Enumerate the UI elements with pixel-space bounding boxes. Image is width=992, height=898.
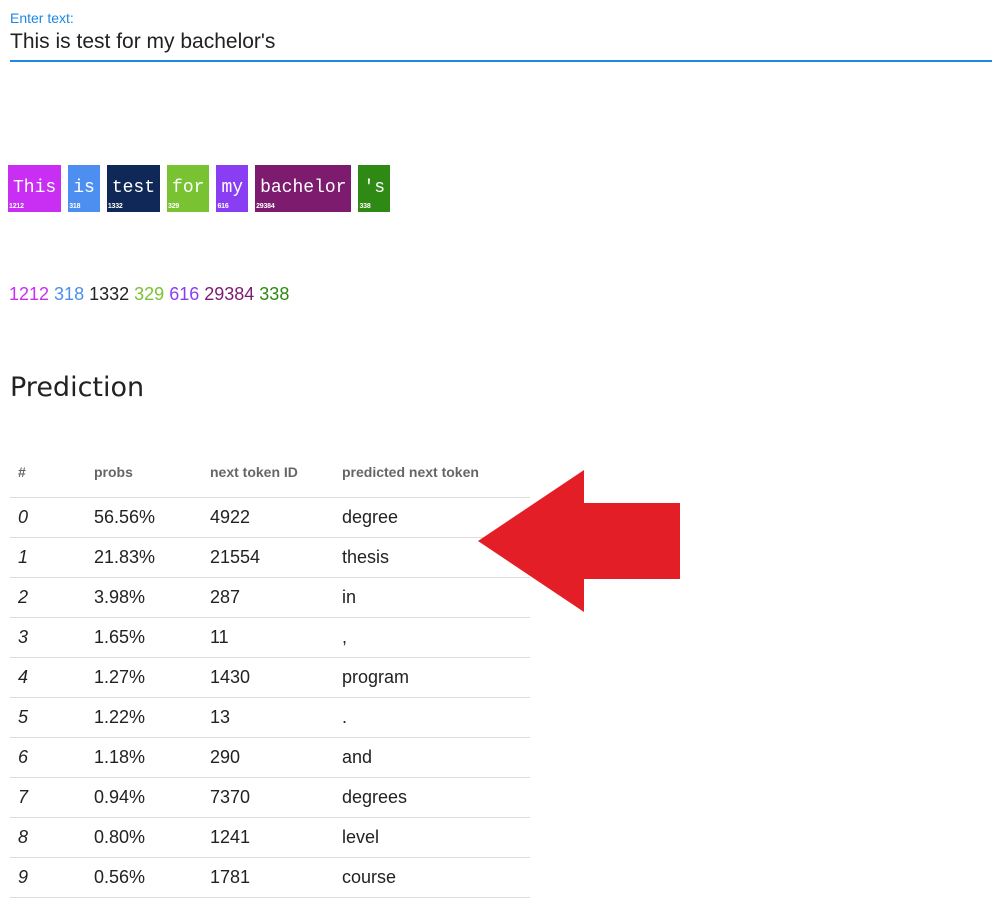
cell-token-id: 290 [210, 737, 342, 778]
prediction-heading: Prediction [10, 372, 145, 403]
cell-prob: 0.80% [94, 817, 210, 858]
token-id: 318 [69, 203, 81, 210]
cell-token-id: 13 [210, 697, 342, 738]
token-chip: bachelor 29384 [255, 165, 352, 212]
cell-token: level [342, 817, 530, 858]
cell-token-id: 21554 [210, 537, 342, 578]
token-chip: 's 338 [358, 165, 391, 212]
text-input[interactable] [10, 30, 992, 62]
cell-rank: 3 [10, 617, 94, 658]
table-header-row: # probs next token ID predicted next tok… [10, 447, 530, 498]
cell-token-id: 1430 [210, 657, 342, 698]
cell-prob: 21.83% [94, 537, 210, 578]
cell-rank: 8 [10, 817, 94, 858]
column-header-probs: probs [94, 447, 210, 498]
token-id: 329 [168, 203, 180, 210]
token-id-number: 616 [169, 284, 200, 304]
table-row: 2 3.98% 287 in [10, 577, 530, 618]
token-id-number: 329 [134, 284, 165, 304]
token-chip: test 1332 [106, 165, 161, 212]
table-row: 3 1.65% 11 , [10, 617, 530, 658]
table-row: 7 0.94% 7370 degrees [10, 777, 530, 818]
token-id-number: 1332 [89, 284, 130, 304]
token-text: bachelor [260, 177, 347, 198]
token-chip: is 318 [68, 165, 100, 212]
token-id: 1332 [107, 203, 123, 210]
table-row: 4 1.27% 1430 program [10, 657, 530, 698]
token-id-sequence: 1212 318 1332 329 616 29384 338 [9, 284, 294, 305]
token-id-number: 29384 [204, 284, 255, 304]
cell-prob: 3.98% [94, 577, 210, 618]
text-input-group: Enter text: [10, 8, 992, 62]
cell-token: degrees [342, 777, 530, 818]
token-text: for [172, 177, 205, 198]
prediction-table: # probs next token ID predicted next tok… [10, 447, 530, 898]
token-list: This 1212 is 318 test 1332 for 329 my 61… [8, 165, 391, 212]
token-id: 29384 [256, 203, 275, 210]
table-row: 5 1.22% 13 . [10, 697, 530, 738]
cell-prob: 0.94% [94, 777, 210, 818]
cell-prob: 56.56% [94, 497, 210, 538]
token-chip: This 1212 [8, 165, 62, 212]
token-text: test [111, 177, 156, 198]
token-text: is [73, 177, 95, 198]
table-row: 8 0.80% 1241 level [10, 817, 530, 858]
cell-rank: 5 [10, 697, 94, 738]
cell-token-id: 287 [210, 577, 342, 618]
token-chip: for 329 [167, 165, 210, 212]
arrow-shape [478, 470, 680, 612]
cell-rank: 0 [10, 497, 94, 538]
cell-token: . [342, 697, 530, 738]
token-chip: my 616 [216, 165, 249, 212]
token-text: my [221, 177, 244, 198]
cell-rank: 6 [10, 737, 94, 778]
table-row: 1 21.83% 21554 thesis [10, 537, 530, 578]
token-text: This [13, 177, 57, 198]
left-arrow-icon [478, 470, 680, 612]
cell-prob: 1.22% [94, 697, 210, 738]
cell-prob: 1.65% [94, 617, 210, 658]
cell-token-id: 7370 [210, 777, 342, 818]
token-id-number: 318 [54, 284, 85, 304]
token-id: 1212 [9, 203, 24, 210]
cell-prob: 1.27% [94, 657, 210, 698]
token-id-number: 1212 [9, 284, 50, 304]
table-row: 0 56.56% 4922 degree [10, 497, 530, 538]
cell-rank: 2 [10, 577, 94, 618]
table-row: 6 1.18% 290 and [10, 737, 530, 778]
token-id: 616 [217, 203, 229, 210]
input-label: Enter text: [10, 10, 74, 26]
column-header-token-id: next token ID [210, 447, 342, 498]
cell-token: program [342, 657, 530, 698]
cell-token: , [342, 617, 530, 658]
cell-token-id: 4922 [210, 497, 342, 538]
cell-token-id: 1241 [210, 817, 342, 858]
cell-rank: 4 [10, 657, 94, 698]
token-text: 's [363, 177, 386, 198]
token-id-number: 338 [259, 284, 290, 304]
cell-token: and [342, 737, 530, 778]
cell-rank: 7 [10, 777, 94, 818]
cell-rank: 1 [10, 537, 94, 578]
cell-prob: 1.18% [94, 737, 210, 778]
cell-token-id: 11 [210, 617, 342, 658]
token-id: 338 [359, 203, 371, 210]
column-header-rank: # [10, 447, 94, 498]
